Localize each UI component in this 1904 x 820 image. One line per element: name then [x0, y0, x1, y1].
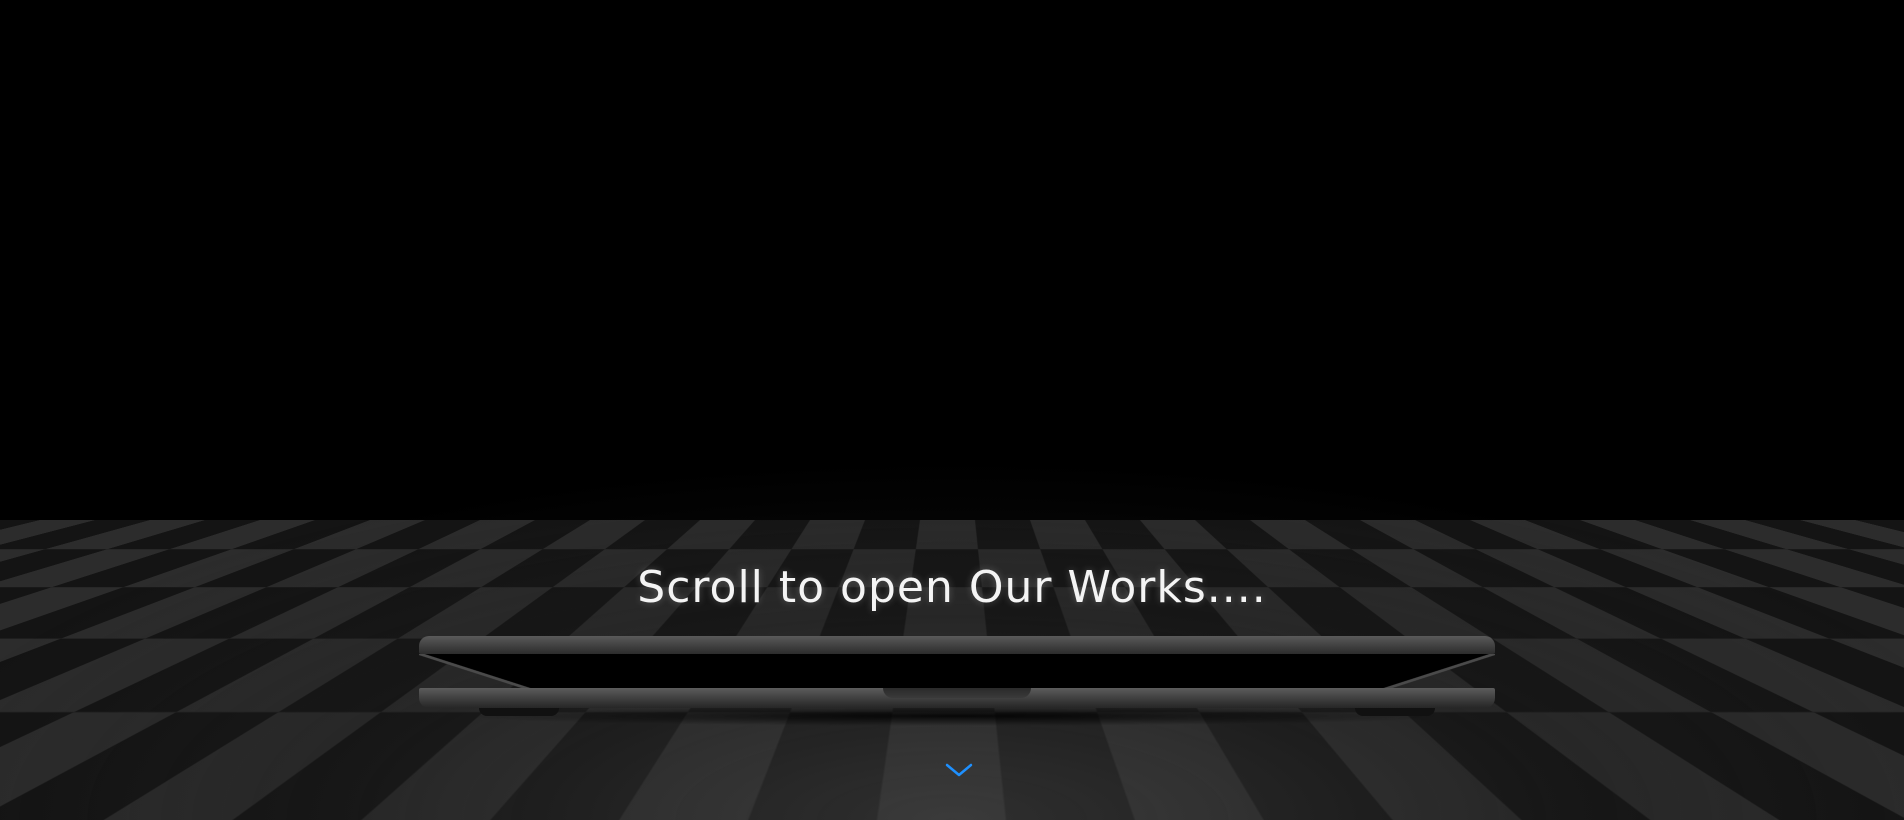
page-title: Scroll to open Our Works....: [637, 562, 1267, 613]
top-fade: [0, 0, 1904, 460]
laptop-hinge-right: [1383, 654, 1495, 690]
laptop-foot-right: [1355, 708, 1435, 716]
laptop-hinge-left: [419, 654, 531, 690]
laptop-feet: [459, 708, 1455, 716]
laptop-notch: [883, 688, 1031, 698]
laptop-illustration: [419, 636, 1495, 726]
floor-plane: [0, 0, 1904, 520]
hero-stage: Scroll to open Our Works....: [0, 0, 1904, 820]
laptop-foot-left: [479, 708, 559, 716]
chevron-down-icon[interactable]: [944, 760, 974, 780]
laptop-opening: [419, 654, 1495, 690]
laptop-lid: [419, 636, 1495, 654]
